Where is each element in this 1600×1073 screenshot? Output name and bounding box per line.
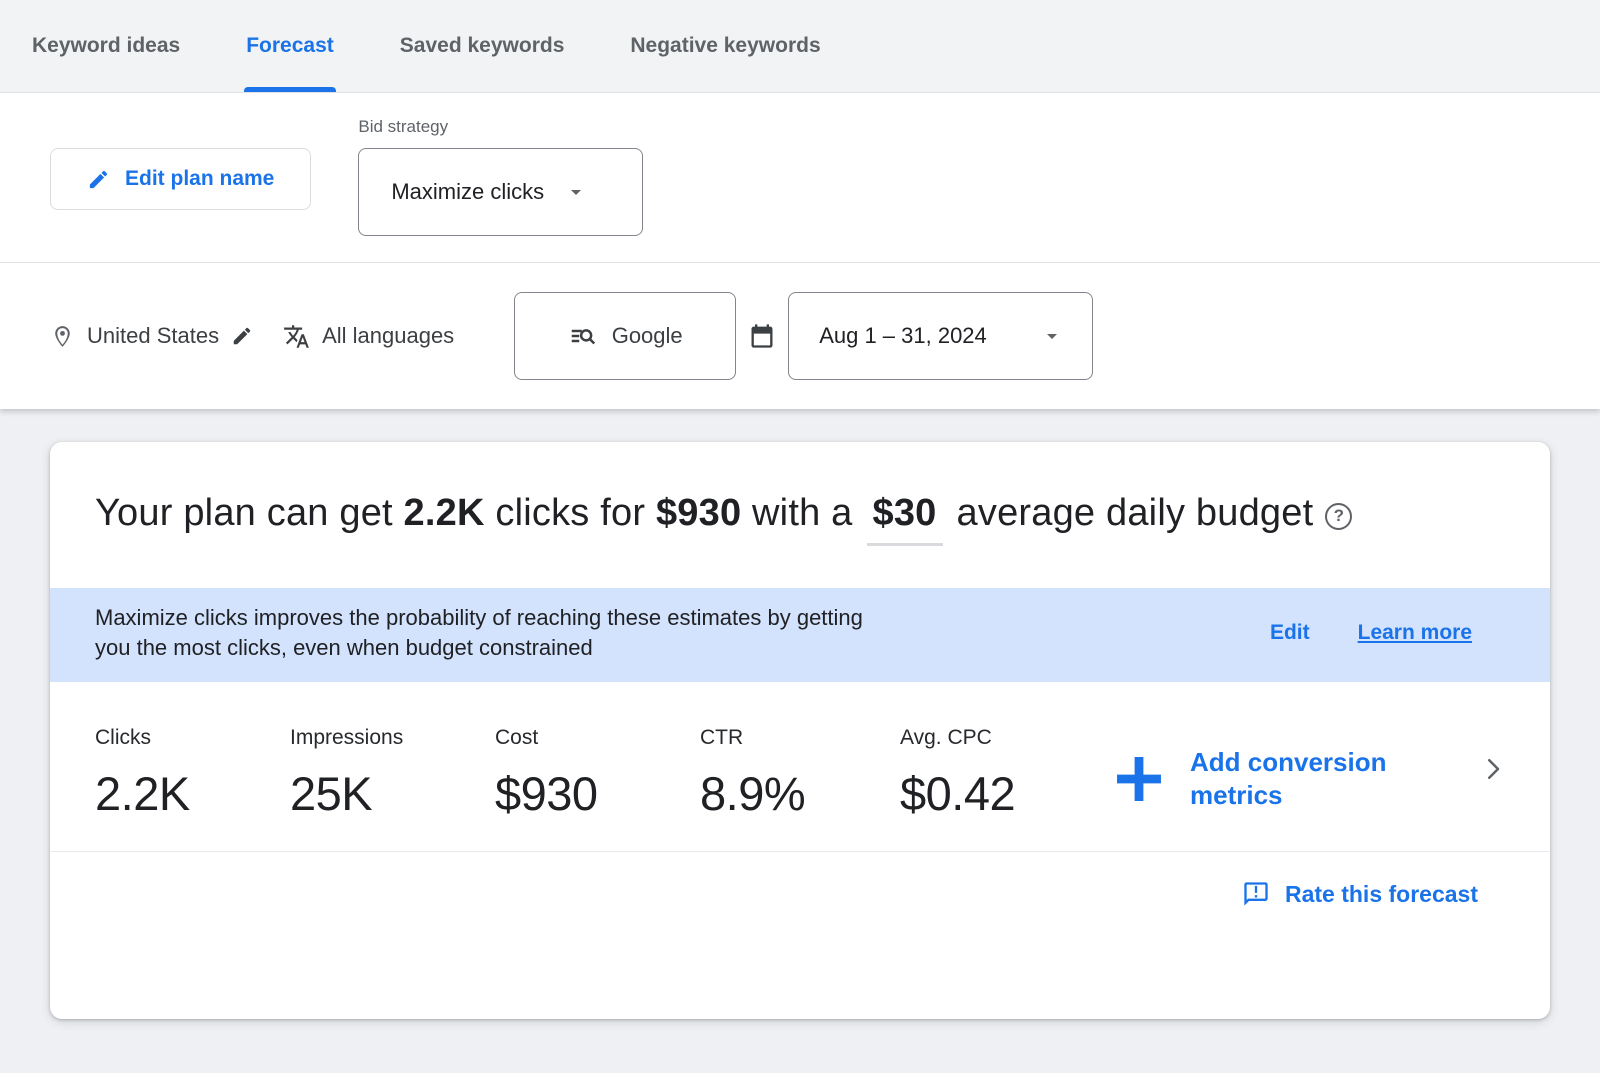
headline-cost: $930 [656, 492, 741, 534]
tab-keyword-ideas[interactable]: Keyword ideas [30, 0, 182, 92]
network-select[interactable]: Google [514, 292, 736, 380]
chevron-down-icon [1040, 324, 1064, 348]
edit-plan-name-label: Edit plan name [125, 167, 274, 191]
metric-value: 2.2K [95, 766, 290, 821]
headline-prefix: Your plan can get [95, 492, 404, 534]
metric-ctr: CTR 8.9% [700, 726, 900, 821]
tab-saved-keywords[interactable]: Saved keywords [398, 0, 567, 92]
language-filter[interactable]: All languages [283, 323, 454, 350]
chevron-down-icon [564, 180, 588, 204]
metrics-row: Clicks 2.2K Impressions 25K Cost $930 CT… [50, 682, 1550, 821]
tab-negative-keywords[interactable]: Negative keywords [628, 0, 822, 92]
metric-value: $0.42 [900, 766, 1108, 821]
location-pin-icon [50, 324, 75, 349]
language-filter-value: All languages [322, 323, 454, 349]
metric-impressions: Impressions 25K [290, 726, 495, 821]
translate-icon [283, 323, 310, 350]
forecast-content: Your plan can get 2.2K clicks for $930 w… [0, 409, 1600, 1071]
feedback-icon [1242, 880, 1270, 908]
bid-strategy-select[interactable]: Maximize clicks [358, 148, 643, 236]
location-filter-value: United States [87, 323, 219, 349]
date-range-select[interactable]: Aug 1 – 31, 2024 [788, 292, 1093, 380]
bid-strategy-banner: Maximize clicks improves the probability… [50, 588, 1550, 682]
daily-budget-editable-value[interactable]: $30 [867, 492, 943, 546]
metric-value: $930 [495, 766, 700, 821]
banner-learn-more-link[interactable]: Learn more [1358, 621, 1472, 645]
metric-cost: Cost $930 [495, 726, 700, 821]
forecast-card: Your plan can get 2.2K clicks for $930 w… [50, 442, 1550, 1019]
date-range-value: Aug 1 – 31, 2024 [819, 323, 987, 349]
bid-strategy-label: Bid strategy [358, 117, 643, 137]
add-conversion-metrics-button[interactable]: Add conversion metrics [1108, 746, 1425, 812]
metric-value: 25K [290, 766, 495, 821]
plus-icon [1108, 748, 1170, 810]
banner-edit-link[interactable]: Edit [1270, 621, 1310, 645]
metric-avg-cpc: Avg. CPC $0.42 [900, 726, 1108, 821]
rate-forecast-label: Rate this forecast [1285, 881, 1478, 908]
banner-message: Maximize clicks improves the probability… [95, 603, 863, 663]
card-footer: Rate this forecast [50, 852, 1550, 908]
metric-label: Avg. CPC [900, 726, 1108, 750]
bid-strategy-value: Maximize clicks [391, 179, 544, 205]
chevron-right-icon[interactable] [1478, 754, 1508, 784]
search-network-icon [568, 321, 598, 351]
rate-forecast-button[interactable]: Rate this forecast [1242, 880, 1478, 908]
tab-forecast[interactable]: Forecast [244, 0, 336, 92]
keyword-plan-tabbar: Keyword ideas Forecast Saved keywords Ne… [0, 0, 1600, 93]
filter-bar: United States All languages Google [0, 263, 1600, 409]
plan-bar: Edit plan name Bid strategy Maximize cli… [0, 93, 1600, 263]
location-filter[interactable]: United States [50, 323, 253, 349]
headline-mid2: with a [741, 492, 852, 534]
metric-clicks: Clicks 2.2K [95, 726, 290, 821]
metric-label: Cost [495, 726, 700, 750]
pencil-icon [87, 168, 110, 191]
help-icon[interactable]: ? [1325, 503, 1352, 530]
metric-label: Clicks [95, 726, 290, 750]
banner-message-line2: you the most clicks, even when budget co… [95, 633, 863, 663]
calendar-icon [748, 322, 776, 350]
banner-message-line1: Maximize clicks improves the probability… [95, 603, 863, 633]
metric-label: CTR [700, 726, 900, 750]
add-conversion-metrics-label: Add conversion metrics [1190, 746, 1425, 812]
metric-value: 8.9% [700, 766, 900, 821]
bid-strategy-group: Bid strategy Maximize clicks [358, 117, 643, 236]
banner-links: Edit Learn more [1270, 621, 1472, 645]
forecast-headline: Your plan can get 2.2K clicks for $930 w… [50, 442, 1550, 546]
headline-clicks: 2.2K [404, 492, 485, 534]
network-select-value: Google [612, 323, 683, 349]
headline-suffix: average daily budget [957, 492, 1314, 534]
edit-location-pencil-icon[interactable] [231, 325, 253, 347]
metric-label: Impressions [290, 726, 495, 750]
edit-plan-name-button[interactable]: Edit plan name [50, 148, 311, 210]
headline-mid1: clicks for [485, 492, 656, 534]
